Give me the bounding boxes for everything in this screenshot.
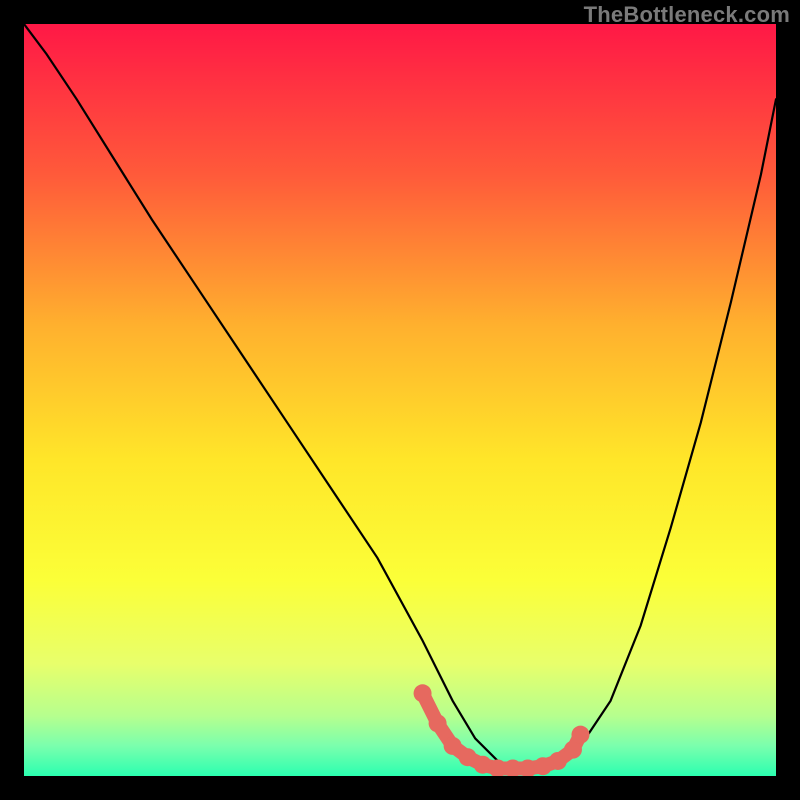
minimum-band-point (571, 726, 589, 744)
minimum-band-point (474, 756, 492, 774)
minimum-band-point (414, 684, 432, 702)
chart-plot (24, 24, 776, 776)
minimum-band-point (549, 752, 567, 770)
chart-frame: { "watermark": "TheBottleneck.com", "cha… (0, 0, 800, 800)
chart-background (24, 24, 776, 776)
minimum-band-point (429, 714, 447, 732)
minimum-band-point (444, 737, 462, 755)
